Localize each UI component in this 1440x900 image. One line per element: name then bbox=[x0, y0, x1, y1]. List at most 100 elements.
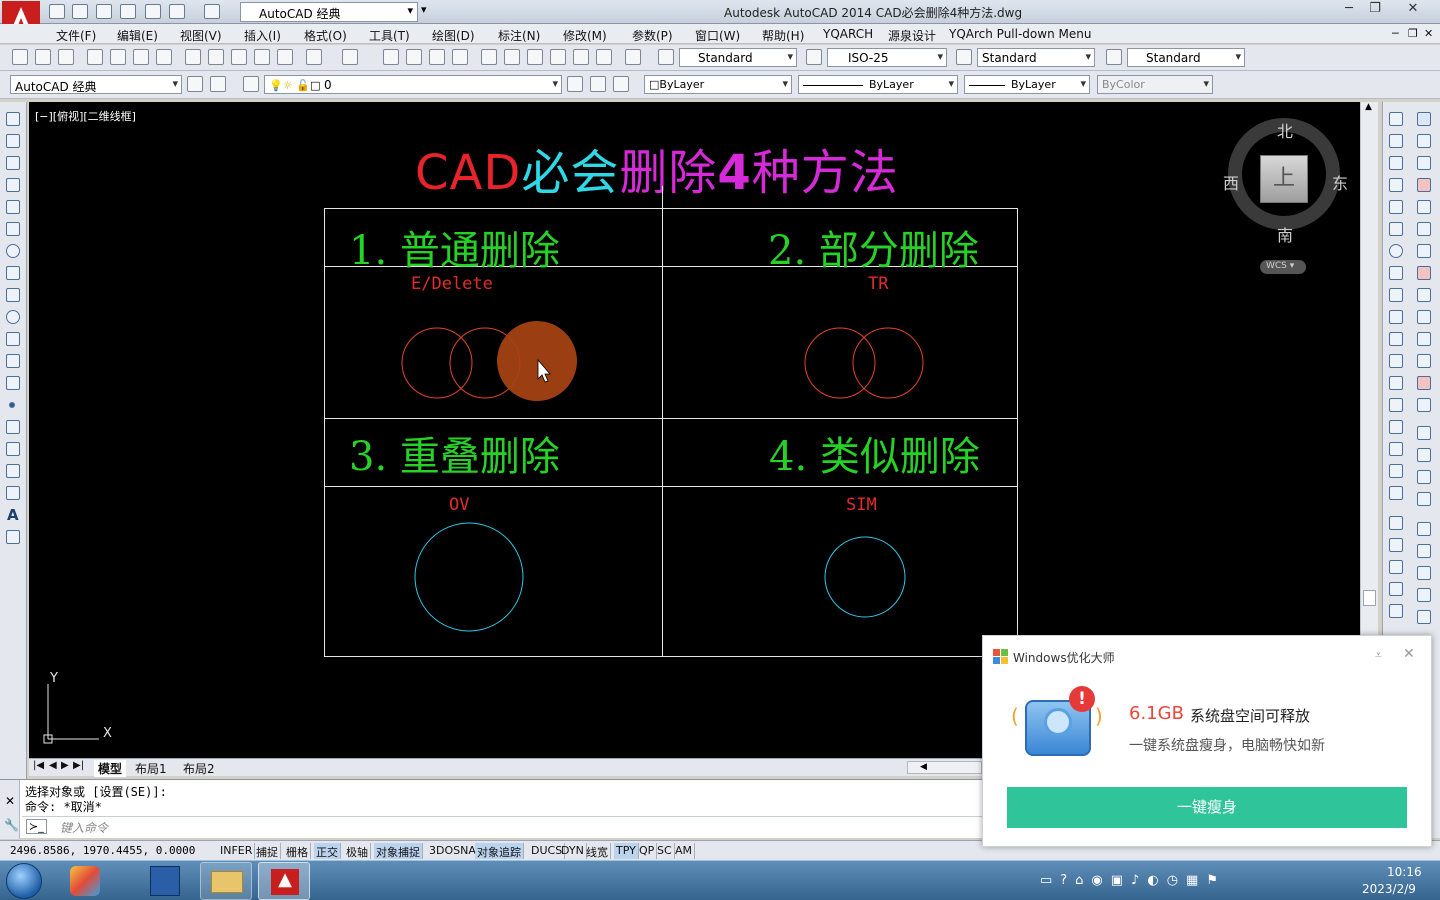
make-current-layer-icon[interactable] bbox=[567, 76, 583, 92]
workspace-toolbar-icon[interactable] bbox=[210, 76, 226, 92]
3d-dwf-icon[interactable] bbox=[156, 49, 172, 65]
table-style-icon[interactable] bbox=[956, 49, 972, 65]
table-style-select[interactable]: Standard bbox=[977, 48, 1095, 67]
yq-tool-23-icon[interactable] bbox=[1417, 610, 1431, 624]
make-block-icon[interactable] bbox=[6, 376, 20, 390]
redo-icon[interactable] bbox=[204, 4, 220, 19]
horizontal-scrollbar[interactable]: ◀ bbox=[907, 761, 982, 774]
maximize-button[interactable]: ❐ bbox=[1362, 1, 1388, 19]
layer-select[interactable]: 💡☼ 🔓□ 0 bbox=[264, 75, 562, 94]
yq-tool-11-icon[interactable] bbox=[1417, 332, 1431, 346]
menu-view[interactable]: 视图(V) bbox=[180, 27, 222, 44]
yq-tool-7-icon[interactable] bbox=[1417, 244, 1431, 258]
yq-tool-2-icon[interactable] bbox=[1417, 134, 1431, 148]
break-at-point-icon[interactable] bbox=[1389, 354, 1403, 368]
tab-layout2[interactable]: 布局2 bbox=[183, 760, 215, 777]
cut-icon[interactable] bbox=[185, 49, 201, 65]
command-input[interactable]: 键入命令 bbox=[60, 819, 108, 836]
yq-tool-21-icon[interactable] bbox=[1417, 566, 1431, 580]
print-icon[interactable] bbox=[145, 4, 161, 19]
quickcalc-icon[interactable] bbox=[596, 49, 612, 65]
add-selected-icon[interactable] bbox=[6, 530, 20, 544]
yq-tool-5-icon[interactable] bbox=[1417, 200, 1431, 214]
compass-east[interactable]: 东 bbox=[1332, 170, 1348, 194]
markup-icon[interactable] bbox=[573, 49, 589, 65]
popup-close-button[interactable]: ✕ bbox=[1403, 646, 1415, 662]
yq-tool-12-icon[interactable] bbox=[1417, 354, 1431, 368]
open-file-icon[interactable] bbox=[72, 4, 88, 19]
multileader-style-icon[interactable] bbox=[1106, 49, 1122, 65]
toggle-grid[interactable]: 栅格 bbox=[284, 843, 311, 859]
doc-minimize-button[interactable]: ─ bbox=[1392, 27, 1399, 40]
wcs-menu[interactable]: WCS ▾ bbox=[1260, 260, 1306, 274]
toggle-ortho[interactable]: 正交 bbox=[314, 843, 341, 859]
bring-above-icon[interactable] bbox=[1389, 582, 1403, 596]
command-input-row[interactable]: ≻_ 键入命令 bbox=[22, 816, 982, 837]
table-icon[interactable] bbox=[6, 486, 20, 500]
extend-icon[interactable] bbox=[1389, 332, 1403, 346]
scale-icon[interactable] bbox=[1389, 266, 1403, 280]
toggle-osnap[interactable]: 对象捕捉 bbox=[374, 843, 423, 859]
array-icon[interactable] bbox=[1389, 200, 1403, 214]
toggle-dyn[interactable]: DYN bbox=[559, 843, 587, 859]
circle-icon[interactable] bbox=[6, 244, 20, 258]
yq-tool-10-icon[interactable] bbox=[1417, 310, 1431, 324]
design-center-icon[interactable] bbox=[504, 49, 520, 65]
ellipse-icon[interactable] bbox=[6, 310, 20, 324]
chamfer-icon[interactable] bbox=[1389, 420, 1403, 434]
menu-yqarch[interactable]: YQARCH bbox=[823, 27, 873, 41]
hatch-icon[interactable] bbox=[6, 420, 20, 434]
yq-tool-16-icon[interactable] bbox=[1417, 448, 1431, 462]
properties-icon[interactable] bbox=[481, 49, 497, 65]
explode-icon[interactable] bbox=[1389, 486, 1403, 500]
save-as-icon[interactable] bbox=[120, 4, 136, 19]
layer-state-icon[interactable] bbox=[613, 76, 629, 92]
layer-properties-icon[interactable] bbox=[243, 76, 259, 92]
toggle-lineweight[interactable]: 线宽 bbox=[584, 843, 611, 859]
yq-tool-18-icon[interactable] bbox=[1417, 492, 1431, 506]
zoom-realtime-icon[interactable] bbox=[406, 49, 422, 65]
yq-tool-19-icon[interactable] bbox=[1417, 522, 1431, 536]
wrench-icon[interactable]: 🔧 bbox=[4, 818, 19, 832]
menu-dimension[interactable]: 标注(N) bbox=[498, 27, 540, 44]
blend-curves-icon[interactable] bbox=[1389, 464, 1403, 478]
menu-yuanquan[interactable]: 源泉设计 bbox=[888, 27, 936, 44]
plot-preview-icon[interactable] bbox=[110, 49, 126, 65]
match-properties-icon[interactable] bbox=[254, 49, 270, 65]
toggle-am[interactable]: AM bbox=[673, 843, 696, 859]
construction-line-icon[interactable] bbox=[6, 134, 20, 148]
viewcube-face-top[interactable]: 上 bbox=[1260, 155, 1308, 203]
polygon-icon[interactable] bbox=[6, 178, 20, 192]
help-icon[interactable] bbox=[625, 49, 641, 65]
publish-icon[interactable] bbox=[133, 49, 149, 65]
taskbar-app-explorer-icon[interactable] bbox=[150, 866, 180, 896]
yq-tool-20-icon[interactable] bbox=[1417, 544, 1431, 558]
clock-time[interactable]: 10:16 bbox=[1387, 865, 1422, 879]
toggle-sc[interactable]: SC bbox=[655, 843, 675, 859]
line-icon[interactable] bbox=[6, 112, 20, 126]
close-icon[interactable]: ✕ bbox=[5, 794, 15, 808]
lineweight-select[interactable]: ByLayer bbox=[964, 75, 1090, 94]
ellipse-arc-icon[interactable] bbox=[6, 332, 20, 346]
workspace-select[interactable]: AutoCAD 经典 ▾ bbox=[240, 2, 418, 22]
scroll-left-icon[interactable]: ◀ bbox=[920, 762, 927, 772]
menu-yqarch-pulldown[interactable]: YQArch Pull-down Menu bbox=[949, 27, 1091, 41]
layer-previous-icon[interactable] bbox=[590, 76, 606, 92]
toggle-polar[interactable]: 极轴 bbox=[344, 843, 371, 859]
tab-model[interactable]: 模型 bbox=[94, 760, 127, 777]
workspace-combo[interactable]: AutoCAD 经典 bbox=[10, 75, 182, 94]
trim-icon[interactable] bbox=[1389, 310, 1403, 324]
yq-tool-15-icon[interactable] bbox=[1417, 426, 1431, 440]
command-prompt-icon[interactable]: ≻_ bbox=[26, 819, 47, 834]
start-button[interactable] bbox=[6, 863, 42, 899]
menu-edit[interactable]: 编辑(E) bbox=[117, 27, 158, 44]
compass-west[interactable]: 西 bbox=[1223, 170, 1239, 194]
tab-nav-next-icon[interactable]: ▶ bbox=[61, 760, 69, 771]
save-icon[interactable] bbox=[58, 49, 74, 65]
gradient-icon[interactable] bbox=[6, 442, 20, 456]
compass-south[interactable]: 南 bbox=[1277, 222, 1293, 246]
minimize-button[interactable]: ─ bbox=[1336, 1, 1362, 19]
tool-palettes-icon[interactable] bbox=[527, 49, 543, 65]
tab-layout1[interactable]: 布局1 bbox=[135, 760, 167, 777]
plotstyle-select[interactable]: ByColor bbox=[1097, 75, 1213, 94]
